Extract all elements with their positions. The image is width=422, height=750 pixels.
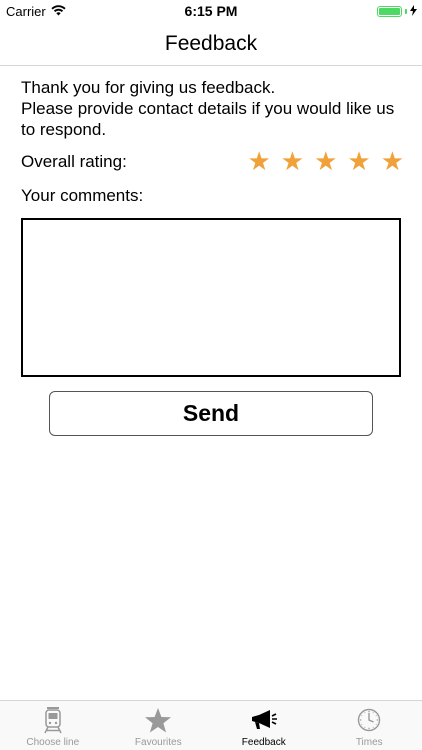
tab-times[interactable]: Times <box>317 701 422 750</box>
intro-line-thanks: Thank you for giving us feedback. <box>21 78 276 97</box>
status-time: 6:15 PM <box>184 3 238 19</box>
clock-icon <box>354 706 384 734</box>
comments-label: Your comments: <box>21 186 144 205</box>
tab-feedback[interactable]: Feedback <box>211 701 317 750</box>
rating-star-5[interactable]: ★ <box>381 148 404 174</box>
rating-star-4[interactable]: ★ <box>347 148 370 174</box>
rating-label: Overall rating: <box>21 152 127 171</box>
battery-icon <box>377 6 402 17</box>
tab-choose-line[interactable]: Choose line <box>0 701 106 750</box>
tab-favourites-label: Favourites <box>134 737 182 748</box>
rating-row: Overall rating: ★ ★ ★ ★ ★ <box>21 148 406 177</box>
megaphone-icon <box>249 706 279 734</box>
status-right <box>377 4 417 19</box>
tab-bar: Choose line Favourites Feedback Times <box>0 700 422 750</box>
rating-star-3[interactable]: ★ <box>314 148 337 174</box>
send-button[interactable]: Send <box>49 391 373 436</box>
tab-feedback-label: Feedback <box>241 737 286 748</box>
star-icon <box>143 706 173 734</box>
rating-star-2[interactable]: ★ <box>281 148 304 174</box>
battery-tip <box>405 9 407 14</box>
navigation-bar: Feedback <box>0 22 422 66</box>
rating-star-1[interactable]: ★ <box>247 148 270 174</box>
comments-input[interactable] <box>21 218 401 377</box>
tab-choose-line-label: Choose line <box>26 737 80 748</box>
tab-times-label: Times <box>355 737 383 748</box>
tab-favourites[interactable]: Favourites <box>106 701 212 750</box>
star-rating[interactable]: ★ ★ ★ ★ ★ <box>247 148 404 174</box>
train-icon <box>38 706 68 734</box>
intro-text: Thank you for giving us feedback. Please… <box>21 77 406 140</box>
intro-line-contact: Please provide contact details if you wo… <box>21 99 395 139</box>
page-title: Feedback <box>164 32 258 55</box>
feedback-screen: Carrier 6:15 PM Feedback Thank you for g… <box>0 0 422 750</box>
status-bar: Carrier 6:15 PM <box>0 0 422 22</box>
charging-icon <box>410 4 417 19</box>
